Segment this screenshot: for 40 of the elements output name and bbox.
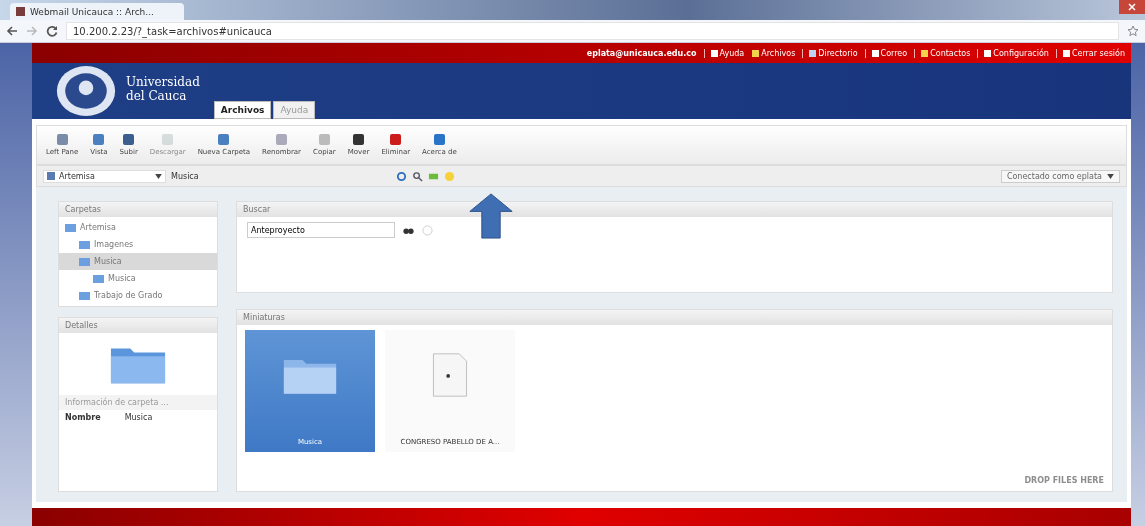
logo-text: del Cauca	[126, 89, 188, 103]
search-icon[interactable]	[412, 170, 423, 182]
drop-hint: DROP FILES HERE	[1024, 476, 1104, 485]
panel-header: Detalles	[59, 318, 217, 333]
up-arrow-annotation	[468, 193, 514, 239]
caret-icon	[155, 173, 162, 179]
top-link[interactable]: Cerrar sesión	[1055, 48, 1125, 58]
top-link[interactable]: Archivos	[748, 48, 796, 58]
close-icon[interactable]	[1119, 0, 1145, 14]
connection-dropdown[interactable]: Conectado como eplata	[1000, 169, 1120, 183]
star-icon[interactable]	[1127, 25, 1139, 37]
caret-icon	[1107, 173, 1114, 179]
folder-tree-item[interactable]: Imagenes	[59, 236, 217, 253]
top-link[interactable]: Directorio	[802, 48, 858, 58]
top-link[interactable]: Ayuda	[703, 48, 745, 58]
folder-tree-item[interactable]: Musica	[59, 270, 217, 287]
folder-tree-item[interactable]: Artemisa	[59, 219, 217, 236]
panel-header: Miniaturas	[237, 310, 1112, 325]
panel-header: Carpetas	[59, 202, 217, 217]
seal-logo-icon	[54, 65, 118, 117]
reload-icon[interactable]	[46, 25, 58, 37]
top-link[interactable]: Configuración	[977, 48, 1049, 58]
back-arrow-icon[interactable]	[6, 25, 18, 37]
folder-tree-item[interactable]: Musica	[59, 253, 217, 270]
current-path: Musica	[171, 171, 200, 181]
panel-header: Buscar	[237, 202, 1112, 217]
info-title: Información de carpeta ...	[59, 395, 217, 410]
address-field[interactable]: 10.200.2.23/?_task=archivos#unicauca	[66, 22, 1119, 40]
browser-tab[interactable]: Webmail Unicauca :: Arch...	[10, 3, 184, 20]
favicon-icon	[16, 7, 25, 16]
top-link[interactable]: Contactos	[914, 48, 971, 58]
field-label: Nombre	[65, 413, 101, 422]
search-field[interactable]: Anteproyecto	[247, 222, 395, 238]
folder-tree-item[interactable]: Trabajo de Grado	[59, 287, 217, 304]
nav-tab[interactable]: Archivos	[213, 101, 272, 119]
field-value: Musica	[124, 413, 153, 422]
drive-dropdown[interactable]: Artemisa	[43, 169, 166, 183]
user-email: eplata@unicauca.edu.co	[586, 48, 697, 58]
top-link[interactable]: Correo	[864, 48, 908, 58]
logo-text: Universidad	[126, 75, 200, 89]
